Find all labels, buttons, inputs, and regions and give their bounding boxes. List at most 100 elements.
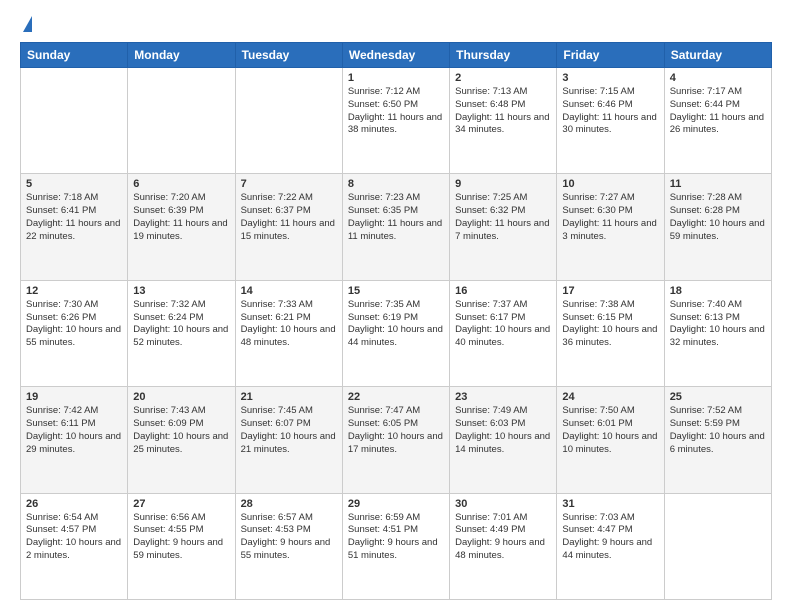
day-info: Sunrise: 7:35 AM Sunset: 6:19 PM Dayligh… — [348, 299, 444, 350]
day-info: Sunrise: 7:52 AM Sunset: 5:59 PM Dayligh… — [670, 405, 766, 456]
day-number: 1 — [348, 72, 444, 84]
calendar-cell: 20 Sunrise: 7:43 AM Sunset: 6:09 PM Dayli… — [128, 387, 235, 493]
day-number: 17 — [562, 285, 658, 297]
header-friday: Friday — [557, 43, 664, 68]
day-info: Sunrise: 7:32 AM Sunset: 6:24 PM Dayligh… — [133, 299, 229, 350]
calendar-cell: 4Sunrise: 7:17 AM Sunset: 6:44 PM Daylig… — [664, 68, 771, 174]
day-number: 31 — [562, 498, 658, 510]
header-wednesday: Wednesday — [342, 43, 449, 68]
day-info: Sunrise: 7:01 AM Sunset: 4:49 PM Dayligh… — [455, 512, 551, 563]
day-number: 5 — [26, 178, 122, 190]
calendar-cell: 7 Sunrise: 7:22 AM Sunset: 6:37 PM Daylig… — [235, 174, 342, 280]
day-info: Sunrise: 7:03 AM Sunset: 4:47 PM Dayligh… — [562, 512, 658, 563]
calendar-cell: 11Sunrise: 7:28 AM Sunset: 6:28 PM Dayli… — [664, 174, 771, 280]
day-number: 27 — [133, 498, 229, 510]
header-sunday: Sunday — [21, 43, 128, 68]
calendar-cell: 24 Sunrise: 7:50 AM Sunset: 6:01 PM Dayli… — [557, 387, 664, 493]
calendar-cell: 5 Sunrise: 7:18 AM Sunset: 6:41 PM Daylig… — [21, 174, 128, 280]
day-number: 20 — [133, 391, 229, 403]
calendar-cell — [21, 68, 128, 174]
day-info: Sunrise: 7:50 AM Sunset: 6:01 PM Dayligh… — [562, 405, 658, 456]
day-info: Sunrise: 7:40 AM Sunset: 6:13 PM Dayligh… — [670, 299, 766, 350]
day-number: 15 — [348, 285, 444, 297]
calendar-cell — [235, 68, 342, 174]
calendar-week-4: 26Sunrise: 6:54 AM Sunset: 4:57 PM Dayli… — [21, 493, 772, 599]
day-info: Sunrise: 7:49 AM Sunset: 6:03 PM Dayligh… — [455, 405, 551, 456]
day-number: 19 — [26, 391, 122, 403]
day-number: 4 — [670, 72, 766, 84]
day-info: Sunrise: 7:47 AM Sunset: 6:05 PM Dayligh… — [348, 405, 444, 456]
header-thursday: Thursday — [450, 43, 557, 68]
calendar-cell: 1 Sunrise: 7:12 AM Sunset: 6:50 PM Daylig… — [342, 68, 449, 174]
calendar-cell: 30 Sunrise: 7:01 AM Sunset: 4:49 PM Dayli… — [450, 493, 557, 599]
day-info: Sunrise: 6:59 AM Sunset: 4:51 PM Dayligh… — [348, 512, 444, 563]
day-info: Sunrise: 7:23 AM Sunset: 6:35 PM Dayligh… — [348, 192, 444, 243]
calendar-week-0: 1 Sunrise: 7:12 AM Sunset: 6:50 PM Daylig… — [21, 68, 772, 174]
calendar-cell: 16Sunrise: 7:37 AM Sunset: 6:17 PM Dayli… — [450, 280, 557, 386]
header-tuesday: Tuesday — [235, 43, 342, 68]
day-number: 3 — [562, 72, 658, 84]
calendar-cell: 28 Sunrise: 6:57 AM Sunset: 4:53 PM Dayli… — [235, 493, 342, 599]
day-info: Sunrise: 7:38 AM Sunset: 6:15 PM Dayligh… — [562, 299, 658, 350]
day-info: Sunrise: 6:57 AM Sunset: 4:53 PM Dayligh… — [241, 512, 337, 563]
calendar-cell: 2 Sunrise: 7:13 AM Sunset: 6:48 PM Daylig… — [450, 68, 557, 174]
day-number: 25 — [670, 391, 766, 403]
logo — [20, 16, 32, 32]
day-info: Sunrise: 7:15 AM Sunset: 6:46 PM Dayligh… — [562, 86, 658, 137]
day-info: Sunrise: 7:22 AM Sunset: 6:37 PM Dayligh… — [241, 192, 337, 243]
day-number: 21 — [241, 391, 337, 403]
day-info: Sunrise: 6:56 AM Sunset: 4:55 PM Dayligh… — [133, 512, 229, 563]
calendar-cell: 27 Sunrise: 6:56 AM Sunset: 4:55 PM Dayli… — [128, 493, 235, 599]
page: SundayMondayTuesdayWednesdayThursdayFrid… — [0, 0, 792, 612]
calendar-cell: 23 Sunrise: 7:49 AM Sunset: 6:03 PM Dayli… — [450, 387, 557, 493]
calendar-cell: 19 Sunrise: 7:42 AM Sunset: 6:11 PM Dayli… — [21, 387, 128, 493]
day-number: 6 — [133, 178, 229, 190]
calendar-cell: 9Sunrise: 7:25 AM Sunset: 6:32 PM Daylig… — [450, 174, 557, 280]
day-number: 28 — [241, 498, 337, 510]
calendar-cell: 6 Sunrise: 7:20 AM Sunset: 6:39 PM Daylig… — [128, 174, 235, 280]
calendar-cell: 14 Sunrise: 7:33 AM Sunset: 6:21 PM Dayli… — [235, 280, 342, 386]
day-number: 10 — [562, 178, 658, 190]
day-number: 18 — [670, 285, 766, 297]
calendar-cell — [128, 68, 235, 174]
day-info: Sunrise: 7:20 AM Sunset: 6:39 PM Dayligh… — [133, 192, 229, 243]
calendar-cell — [664, 493, 771, 599]
calendar-cell: 15 Sunrise: 7:35 AM Sunset: 6:19 PM Dayli… — [342, 280, 449, 386]
day-number: 7 — [241, 178, 337, 190]
calendar-cell: 22Sunrise: 7:47 AM Sunset: 6:05 PM Dayli… — [342, 387, 449, 493]
day-info: Sunrise: 7:25 AM Sunset: 6:32 PM Dayligh… — [455, 192, 551, 243]
header-saturday: Saturday — [664, 43, 771, 68]
day-info: Sunrise: 7:33 AM Sunset: 6:21 PM Dayligh… — [241, 299, 337, 350]
day-number: 2 — [455, 72, 551, 84]
day-number: 11 — [670, 178, 766, 190]
calendar-week-2: 12Sunrise: 7:30 AM Sunset: 6:26 PM Dayli… — [21, 280, 772, 386]
day-info: Sunrise: 7:12 AM Sunset: 6:50 PM Dayligh… — [348, 86, 444, 137]
day-number: 24 — [562, 391, 658, 403]
calendar-week-1: 5 Sunrise: 7:18 AM Sunset: 6:41 PM Daylig… — [21, 174, 772, 280]
day-info: Sunrise: 7:30 AM Sunset: 6:26 PM Dayligh… — [26, 299, 122, 350]
calendar-cell: 3 Sunrise: 7:15 AM Sunset: 6:46 PM Daylig… — [557, 68, 664, 174]
day-info: Sunrise: 7:13 AM Sunset: 6:48 PM Dayligh… — [455, 86, 551, 137]
calendar-cell: 29 Sunrise: 6:59 AM Sunset: 4:51 PM Dayli… — [342, 493, 449, 599]
day-number: 30 — [455, 498, 551, 510]
day-number: 16 — [455, 285, 551, 297]
calendar-header-row: SundayMondayTuesdayWednesdayThursdayFrid… — [21, 43, 772, 68]
day-info: Sunrise: 7:42 AM Sunset: 6:11 PM Dayligh… — [26, 405, 122, 456]
calendar-cell: 25 Sunrise: 7:52 AM Sunset: 5:59 PM Dayli… — [664, 387, 771, 493]
day-number: 14 — [241, 285, 337, 297]
day-info: Sunrise: 7:27 AM Sunset: 6:30 PM Dayligh… — [562, 192, 658, 243]
day-info: Sunrise: 6:54 AM Sunset: 4:57 PM Dayligh… — [26, 512, 122, 563]
day-number: 13 — [133, 285, 229, 297]
day-info: Sunrise: 7:18 AM Sunset: 6:41 PM Dayligh… — [26, 192, 122, 243]
calendar-cell: 13 Sunrise: 7:32 AM Sunset: 6:24 PM Dayli… — [128, 280, 235, 386]
calendar-cell: 26Sunrise: 6:54 AM Sunset: 4:57 PM Dayli… — [21, 493, 128, 599]
calendar-week-3: 19 Sunrise: 7:42 AM Sunset: 6:11 PM Dayli… — [21, 387, 772, 493]
calendar-cell: 17 Sunrise: 7:38 AM Sunset: 6:15 PM Dayli… — [557, 280, 664, 386]
logo-triangle-icon — [23, 16, 32, 32]
calendar-cell: 8Sunrise: 7:23 AM Sunset: 6:35 PM Daylig… — [342, 174, 449, 280]
day-number: 29 — [348, 498, 444, 510]
calendar-table: SundayMondayTuesdayWednesdayThursdayFrid… — [20, 42, 772, 600]
calendar-cell: 31 Sunrise: 7:03 AM Sunset: 4:47 PM Dayli… — [557, 493, 664, 599]
day-info: Sunrise: 7:43 AM Sunset: 6:09 PM Dayligh… — [133, 405, 229, 456]
day-number: 23 — [455, 391, 551, 403]
